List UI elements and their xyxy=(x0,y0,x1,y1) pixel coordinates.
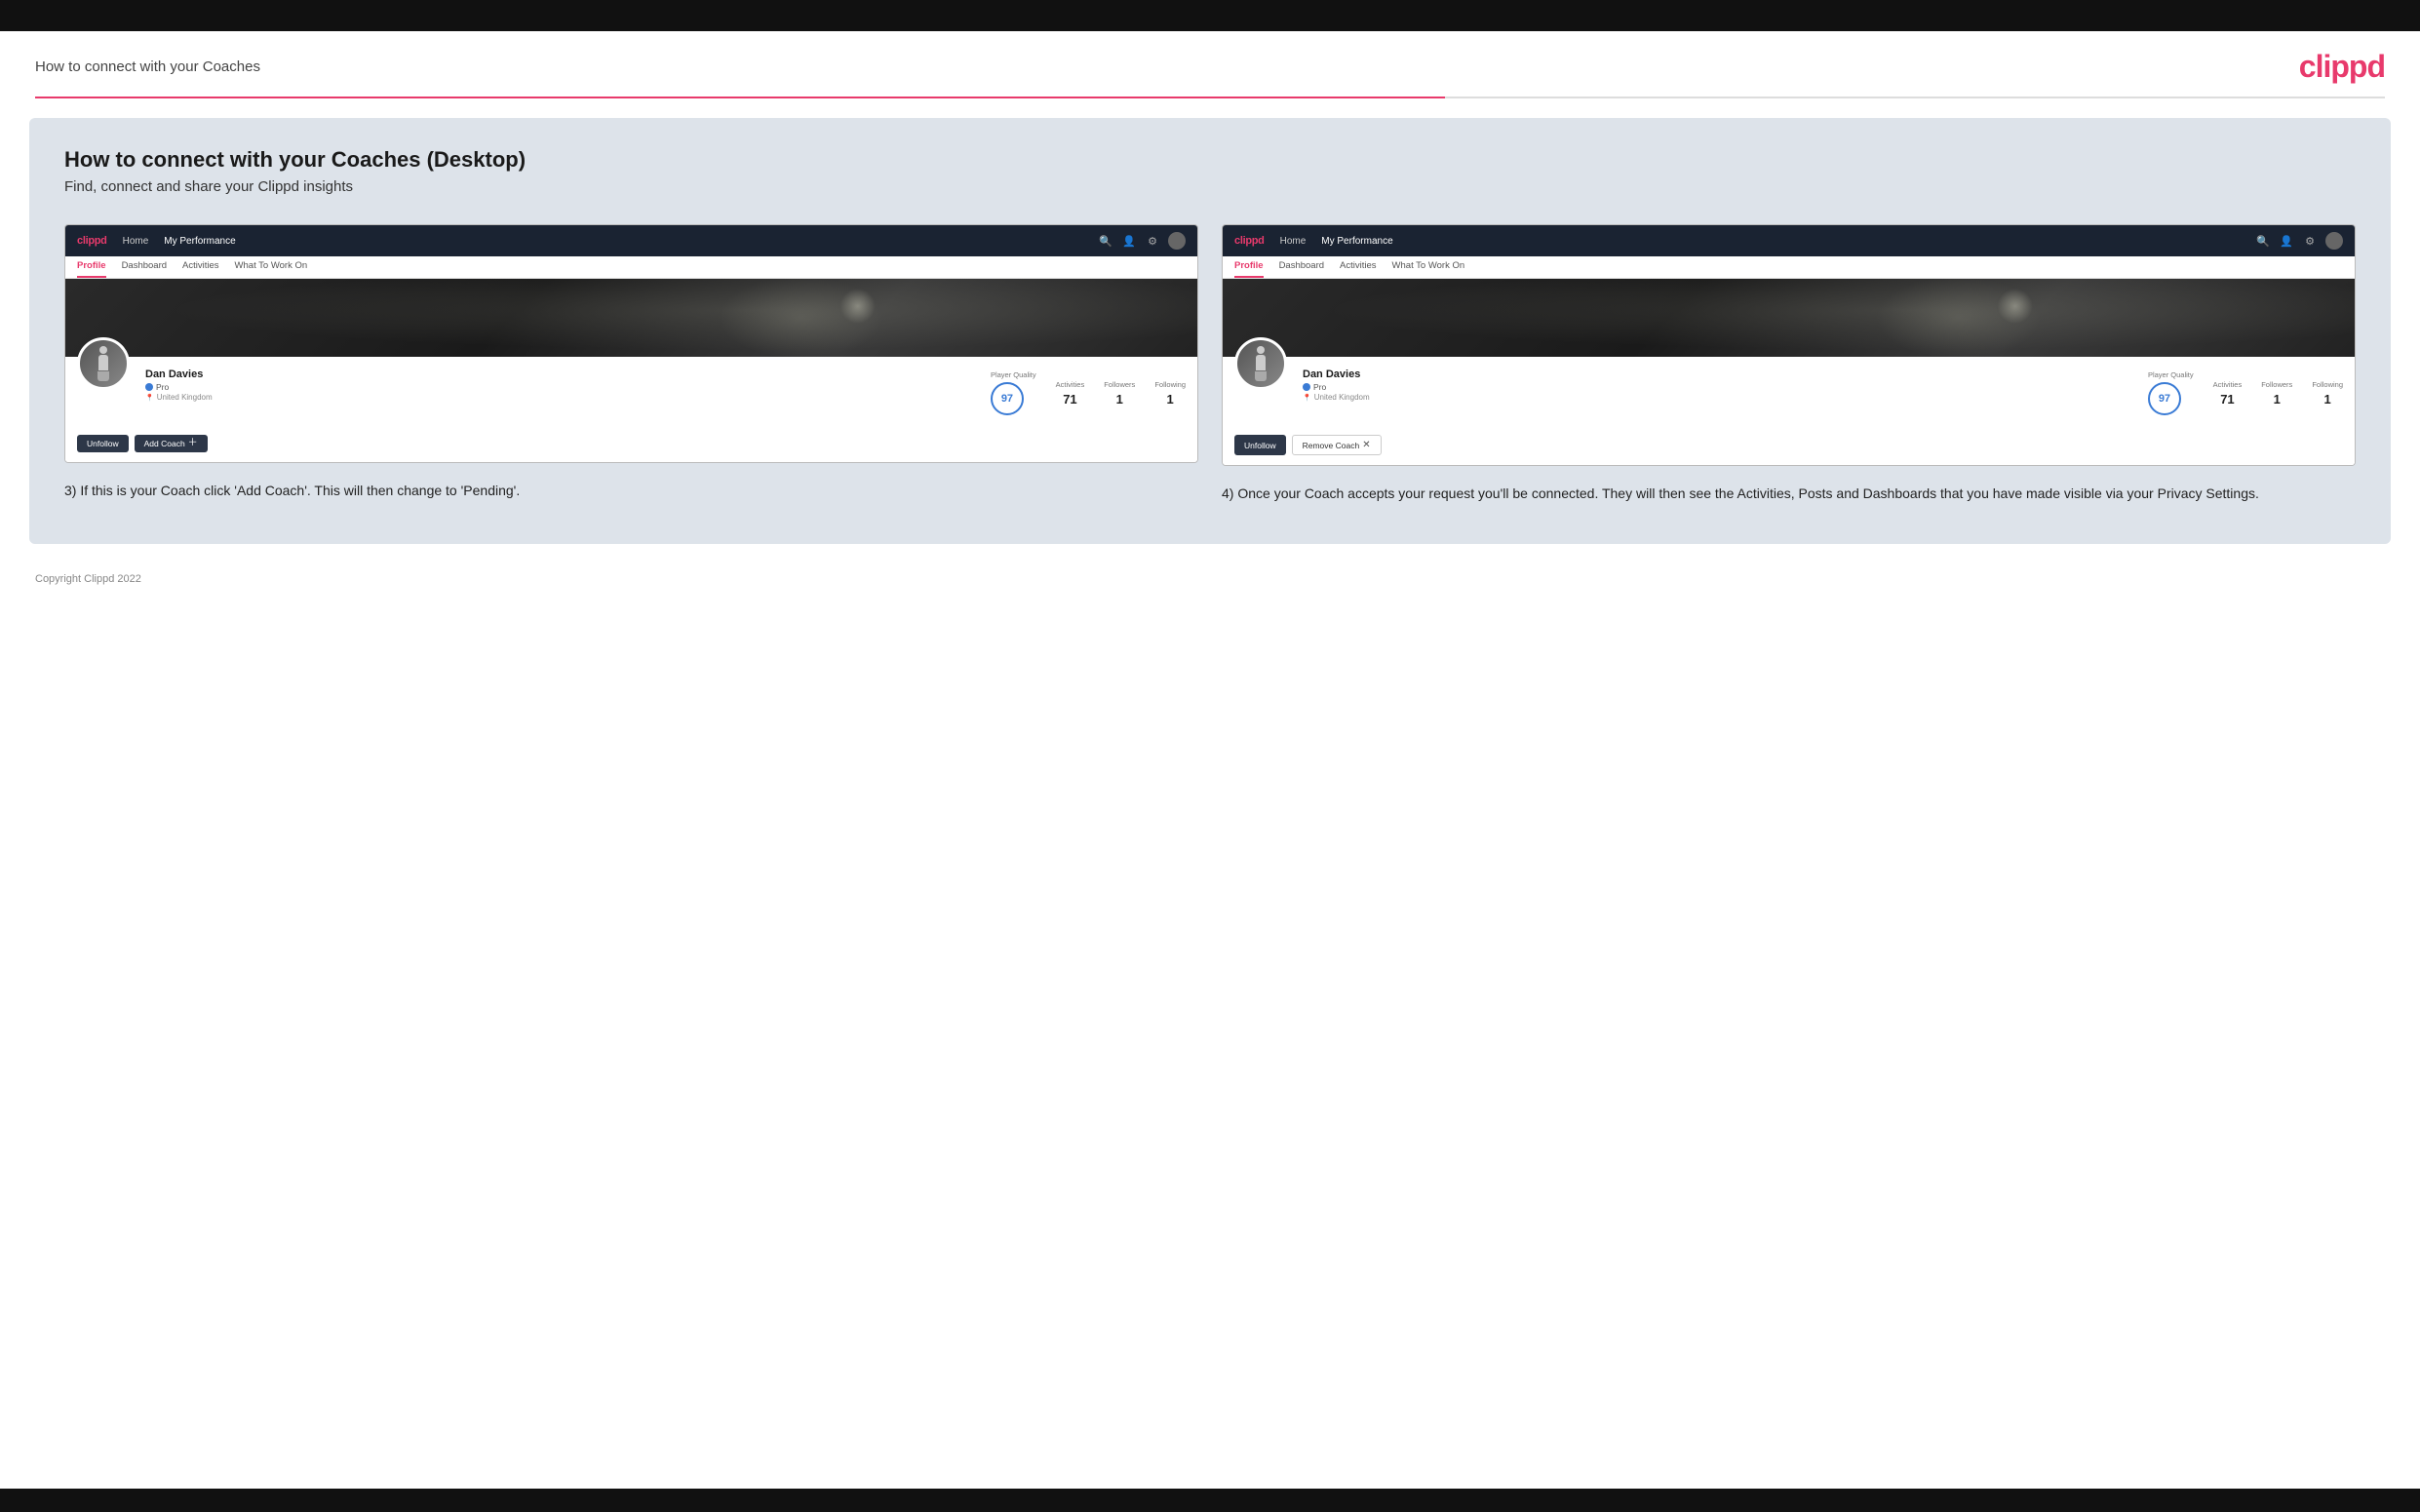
remove-coach-button-right[interactable]: Remove Coach ✕ xyxy=(1292,435,1382,455)
player-location-right: 📍 United Kingdom xyxy=(1303,393,2132,402)
settings-icon-right[interactable]: ⚙ xyxy=(2302,233,2318,249)
tab-profile-right[interactable]: Profile xyxy=(1234,260,1264,278)
mockup-left-logo: clippd xyxy=(77,235,107,247)
mockup-right-profile-area: Dan Davies Pro 📍 United Kingdom Player Q xyxy=(1223,357,2355,427)
stat-following-right: Following 1 xyxy=(2312,380,2343,407)
tab-activities-left[interactable]: Activities xyxy=(182,260,218,278)
header-divider xyxy=(35,97,2385,98)
mockup-right-nav-icons: 🔍 👤 ⚙ xyxy=(2255,232,2343,250)
avatar-legs-right xyxy=(1255,371,1267,381)
tab-activities-right[interactable]: Activities xyxy=(1340,260,1376,278)
footer: Copyright Clippd 2022 xyxy=(0,563,2420,601)
unfollow-button-right[interactable]: Unfollow xyxy=(1234,435,1286,455)
mockup-right-profile-info: Dan Davies Pro 📍 United Kingdom xyxy=(1303,365,2132,402)
stat-following-left: Following 1 xyxy=(1154,380,1186,407)
main-content: How to connect with your Coaches (Deskto… xyxy=(29,118,2391,544)
mockup-left-nav-performance[interactable]: My Performance xyxy=(164,236,235,247)
mockup-right-actions: Unfollow Remove Coach ✕ xyxy=(1223,435,2355,465)
tab-what-to-work-on-right[interactable]: What To Work On xyxy=(1392,260,1465,278)
page-title: How to connect with your Coaches xyxy=(35,58,260,75)
pin-icon-left: 📍 xyxy=(145,394,154,402)
search-icon[interactable]: 🔍 xyxy=(1098,233,1113,249)
mockup-left-nav-icons: 🔍 👤 ⚙ xyxy=(1098,232,1186,250)
mockup-left: clippd Home My Performance 🔍 👤 ⚙ Profile… xyxy=(64,224,1198,463)
mockup-left-nav: clippd Home My Performance 🔍 👤 ⚙ xyxy=(65,225,1197,256)
mockup-right-avatar xyxy=(1234,337,1287,390)
plus-icon: ＋ xyxy=(188,439,198,448)
pin-icon-right: 📍 xyxy=(1303,394,1311,402)
mockup-left-cover xyxy=(65,279,1197,357)
add-coach-button-left[interactable]: Add Coach ＋ xyxy=(135,435,208,452)
mockup-right-stats: Player Quality 97 Activities 71 Follower… xyxy=(2148,365,2343,415)
caption-left: 3) If this is your Coach click 'Add Coac… xyxy=(64,481,1198,502)
player-role-right: Pro xyxy=(1303,382,2132,392)
mockup-left-tabs: Profile Dashboard Activities What To Wor… xyxy=(65,256,1197,279)
quality-circle-left: 97 xyxy=(991,382,1024,415)
quality-circle-right: 97 xyxy=(2148,382,2181,415)
avatar-icon[interactable] xyxy=(1168,232,1186,250)
caption-right: 4) Once your Coach accepts your request … xyxy=(1222,484,2356,505)
mockup-right-nav-performance[interactable]: My Performance xyxy=(1321,236,1392,247)
user-icon-right[interactable]: 👤 xyxy=(2279,233,2294,249)
verified-badge-right xyxy=(1303,383,1310,391)
player-name-right: Dan Davies xyxy=(1303,368,2132,380)
avatar-legs xyxy=(98,371,109,381)
stat-quality-left: Player Quality 97 xyxy=(991,370,1036,415)
tab-dashboard-right[interactable]: Dashboard xyxy=(1279,260,1324,278)
cover-overlay xyxy=(65,279,1197,357)
mockup-left-nav-home[interactable]: Home xyxy=(123,236,149,247)
avatar-body-right xyxy=(1256,355,1266,370)
avatar-head xyxy=(99,346,107,354)
mockup-right-tabs: Profile Dashboard Activities What To Wor… xyxy=(1223,256,2355,279)
cover-overlay-right xyxy=(1223,279,2355,357)
mockup-right-nav: clippd Home My Performance 🔍 👤 ⚙ xyxy=(1223,225,2355,256)
x-icon: ✕ xyxy=(1362,440,1370,450)
mockup-left-stats: Player Quality 97 Activities 71 Follower… xyxy=(991,365,1186,415)
mockup-right-cover xyxy=(1223,279,2355,357)
page-subheading: Find, connect and share your Clippd insi… xyxy=(64,178,2356,195)
user-icon[interactable]: 👤 xyxy=(1121,233,1137,249)
avatar-body xyxy=(98,355,108,370)
mockup-left-avatar-wrap xyxy=(77,337,130,390)
player-role-left: Pro xyxy=(145,382,975,392)
mockup-left-avatar xyxy=(77,337,130,390)
header: How to connect with your Coaches clippd xyxy=(0,31,2420,97)
stat-activities-right: Activities 71 xyxy=(2213,380,2243,407)
stat-followers-left: Followers 1 xyxy=(1104,380,1135,407)
screenshot-left-col: clippd Home My Performance 🔍 👤 ⚙ Profile… xyxy=(64,224,1198,505)
clippd-logo: clippd xyxy=(2299,49,2385,85)
mockup-right-logo: clippd xyxy=(1234,235,1265,247)
screenshot-right-col: clippd Home My Performance 🔍 👤 ⚙ Profile… xyxy=(1222,224,2356,505)
mockup-left-profile-info: Dan Davies Pro 📍 United Kingdom xyxy=(145,365,975,402)
verified-badge-left xyxy=(145,383,153,391)
copyright-text: Copyright Clippd 2022 xyxy=(35,573,141,585)
mockup-right-nav-home[interactable]: Home xyxy=(1280,236,1307,247)
player-location-left: 📍 United Kingdom xyxy=(145,393,975,402)
top-bar xyxy=(0,0,2420,31)
mockup-left-actions: Unfollow Add Coach ＋ xyxy=(65,435,1197,462)
mockup-right: clippd Home My Performance 🔍 👤 ⚙ Profile… xyxy=(1222,224,2356,466)
player-name-left: Dan Davies xyxy=(145,368,975,380)
tab-profile-left[interactable]: Profile xyxy=(77,260,106,278)
page-heading: How to connect with your Coaches (Deskto… xyxy=(64,147,2356,173)
mockup-right-avatar-wrap xyxy=(1234,337,1287,390)
settings-icon[interactable]: ⚙ xyxy=(1145,233,1160,249)
avatar-head-right xyxy=(1257,346,1265,354)
stat-followers-right: Followers 1 xyxy=(2261,380,2292,407)
mockup-left-profile-area: Dan Davies Pro 📍 United Kingdom Player Q xyxy=(65,357,1197,427)
bottom-bar xyxy=(0,1489,2420,1512)
stat-activities-left: Activities 71 xyxy=(1056,380,1085,407)
screenshots-row: clippd Home My Performance 🔍 👤 ⚙ Profile… xyxy=(64,224,2356,505)
avatar-icon-right[interactable] xyxy=(2325,232,2343,250)
stat-quality-right: Player Quality 97 xyxy=(2148,370,2194,415)
unfollow-button-left[interactable]: Unfollow xyxy=(77,435,129,452)
tab-what-to-work-on-left[interactable]: What To Work On xyxy=(235,260,308,278)
tab-dashboard-left[interactable]: Dashboard xyxy=(122,260,167,278)
search-icon-right[interactable]: 🔍 xyxy=(2255,233,2271,249)
